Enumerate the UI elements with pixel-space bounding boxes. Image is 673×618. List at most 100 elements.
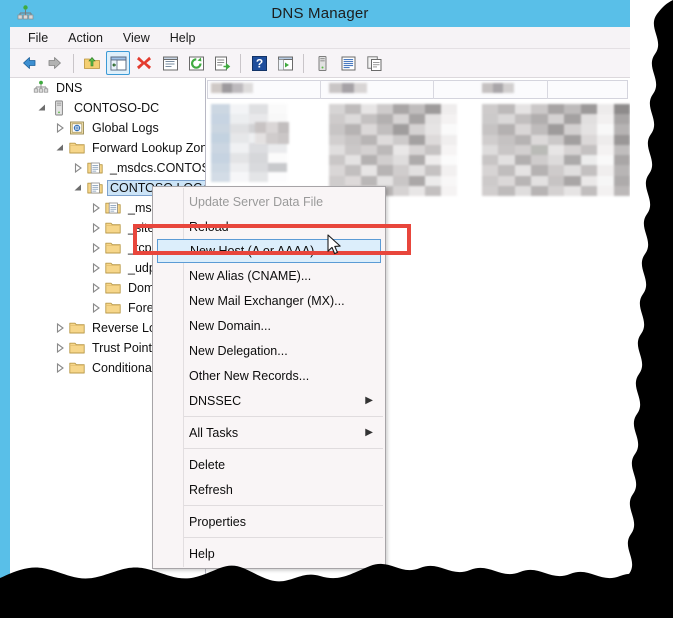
chevron-right-icon[interactable] <box>52 320 68 336</box>
context-menu-item-label: Help <box>189 546 215 561</box>
context-menu-item-label: DNSSEC <box>189 393 242 408</box>
submenu-arrow-icon: ▶ <box>365 394 373 406</box>
context-menu-item-label: Reload <box>189 219 229 234</box>
tree-node-dns[interactable]: DNS <box>10 78 205 98</box>
chevron-right-icon[interactable] <box>52 340 68 356</box>
folder-icon <box>68 360 86 376</box>
dns-root-icon <box>32 80 50 96</box>
chevron-right-icon[interactable] <box>70 160 86 176</box>
title-bar[interactable]: DNS Manager <box>10 0 630 27</box>
folder-icon <box>68 340 86 356</box>
chevron-right-icon[interactable] <box>88 240 104 256</box>
export-list-icon[interactable] <box>210 51 234 75</box>
redacted-header-labels <box>211 83 253 93</box>
dns-manager-window: DNS Manager File Action View Help ? DNS … <box>0 0 673 618</box>
list-column-divider[interactable] <box>320 80 321 99</box>
up-one-level-icon[interactable] <box>80 51 104 75</box>
mouse-cursor-arrow-icon <box>327 234 343 258</box>
menu-file[interactable]: File <box>18 29 58 47</box>
folder-icon <box>104 300 122 316</box>
help-icon[interactable]: ? <box>247 51 271 75</box>
tree-node-label: _msdcs.CONTOSO.LOCAL <box>110 161 205 175</box>
context-menu-item-label: New Host (A or AAAA)... <box>190 244 325 258</box>
menu-action[interactable]: Action <box>58 29 113 47</box>
tree-node-label: DNS <box>56 81 83 95</box>
context-menu-separator <box>184 448 383 449</box>
chevron-right-icon[interactable] <box>88 260 104 276</box>
folder-icon <box>68 140 86 156</box>
context-menu-item-other-new-records[interactable]: Other New Records... <box>153 363 385 388</box>
tree-node-global-logs[interactable]: Global Logs <box>10 118 205 138</box>
list-view-header[interactable] <box>207 80 628 99</box>
zone-icon <box>86 160 104 176</box>
tree-node-label: CONTOSO-DC <box>74 101 160 115</box>
toolbar-separator <box>303 53 304 73</box>
chevron-down-icon[interactable] <box>34 100 50 116</box>
chevron-right-icon[interactable] <box>88 300 104 316</box>
context-menu-item-new-delegation[interactable]: New Delegation... <box>153 338 385 363</box>
server-icon[interactable] <box>310 51 334 75</box>
folder-icon <box>104 220 122 236</box>
chevron-right-icon[interactable] <box>88 280 104 296</box>
context-menu-item-label: Update Server Data File <box>189 194 324 209</box>
refresh-icon[interactable] <box>184 51 208 75</box>
twisty-placeholder <box>16 80 32 96</box>
server-icon <box>50 100 68 116</box>
context-menu-item-properties[interactable]: Properties <box>153 509 385 534</box>
redacted-header-labels <box>329 83 367 93</box>
list-column-divider[interactable] <box>433 80 434 99</box>
properties-icon[interactable] <box>158 51 182 75</box>
forward-arrow-icon[interactable] <box>43 51 67 75</box>
tree-node-label: Global Logs <box>92 121 159 135</box>
redacted-list-rows <box>482 104 630 196</box>
context-menu-item-dnssec[interactable]: DNSSEC ▶ <box>153 388 385 413</box>
context-menu-item-label: Properties <box>189 514 246 529</box>
copy-icon[interactable] <box>362 51 386 75</box>
context-menu-item-help[interactable]: Help <box>153 541 385 566</box>
menu-help[interactable]: Help <box>160 29 206 47</box>
window-title: DNS Manager <box>271 5 369 22</box>
tree-node-label: _tcp <box>128 241 152 255</box>
context-menu-item-new-host-a-or-aaaa[interactable]: New Host (A or AAAA)... <box>157 239 381 263</box>
chevron-down-icon[interactable] <box>70 180 86 196</box>
folder-icon <box>104 240 122 256</box>
toolbar-separator <box>240 53 241 73</box>
context-menu-separator <box>184 505 383 506</box>
context-menu-item-refresh[interactable]: Refresh <box>153 477 385 502</box>
chevron-right-icon[interactable] <box>88 200 104 216</box>
context-menu-item-new-alias-cname[interactable]: New Alias (CNAME)... <box>153 263 385 288</box>
chevron-right-icon[interactable] <box>52 360 68 376</box>
context-menu-item-label: New Alias (CNAME)... <box>189 268 312 283</box>
folder-icon <box>68 320 86 336</box>
toolbar-separator <box>73 53 74 73</box>
zone-icon <box>86 180 104 196</box>
svg-text:?: ? <box>255 56 262 70</box>
list-view-icon[interactable] <box>336 51 360 75</box>
back-arrow-icon[interactable] <box>17 51 41 75</box>
menu-view[interactable]: View <box>113 29 160 47</box>
context-menu-item-delete[interactable]: Delete <box>153 452 385 477</box>
context-menu-item-all-tasks[interactable]: All Tasks ▶ <box>153 420 385 445</box>
context-menu-item-reload[interactable]: Reload <box>153 214 385 239</box>
context-menu-item-label: New Mail Exchanger (MX)... <box>189 293 345 308</box>
help-window-icon[interactable] <box>273 51 297 75</box>
chevron-right-icon[interactable] <box>52 120 68 136</box>
tree-node-forward-lookup-zones[interactable]: Forward Lookup Zones <box>10 138 205 158</box>
tree-node-contoso-dc[interactable]: CONTOSO-DC <box>10 98 205 118</box>
chevron-right-icon[interactable] <box>88 220 104 236</box>
delete-icon[interactable] <box>132 51 156 75</box>
zone-context-menu[interactable]: Update Server Data File Reload New Host (A… <box>152 186 386 569</box>
tree-node-label: Forward Lookup Zones <box>92 141 205 155</box>
list-column-divider[interactable] <box>547 80 548 99</box>
context-menu-item-new-mail-exchanger-mx[interactable]: New Mail Exchanger (MX)... <box>153 288 385 313</box>
tree-node-label: Trust Points <box>92 341 159 355</box>
global-logs-icon <box>68 120 86 136</box>
context-menu-item-label: Other New Records... <box>189 368 310 383</box>
context-menu-item-label: New Domain... <box>189 318 271 333</box>
show-hide-console-tree-icon[interactable] <box>106 51 130 75</box>
chevron-down-icon[interactable] <box>52 140 68 156</box>
tree-node-msdcs-contoso-local[interactable]: _msdcs.CONTOSO.LOCAL <box>10 158 205 178</box>
context-menu-item-new-domain[interactable]: New Domain... <box>153 313 385 338</box>
context-menu-item-update-server-data-file: Update Server Data File <box>153 189 385 214</box>
context-menu-item-label: Refresh <box>189 482 233 497</box>
